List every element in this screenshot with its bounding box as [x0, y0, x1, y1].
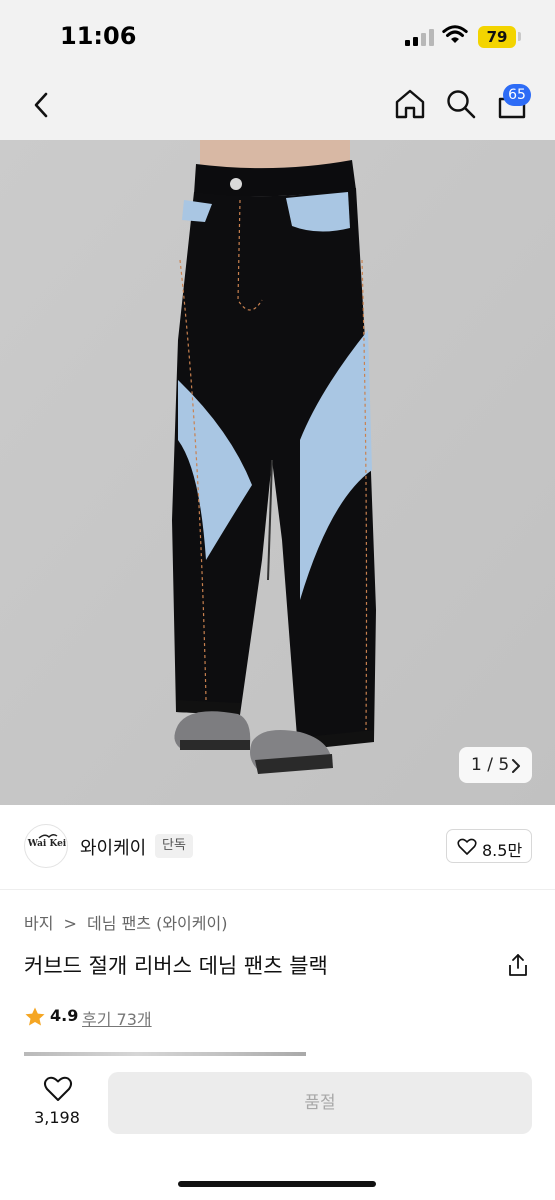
breadcrumb-item-denim[interactable]: 데님 팬츠 (와이케이): [87, 914, 227, 933]
share-icon: [509, 954, 527, 976]
sold-out-button[interactable]: 품절: [108, 1072, 532, 1134]
brand-logo[interactable]: Wai Kei: [24, 824, 68, 868]
brand-name[interactable]: 와이케이: [80, 834, 146, 860]
search-button[interactable]: [444, 87, 478, 121]
product-title: 커브드 절개 리버스 데님 팬츠 블랙: [24, 954, 328, 978]
brand-like-button[interactable]: 8.5만: [446, 829, 532, 863]
wifi-icon: [442, 25, 468, 43]
wishlist-count: 3,198: [34, 1108, 80, 1127]
status-time: 11:06: [60, 22, 137, 50]
brand-like-count: 8.5만: [482, 841, 523, 860]
chevron-left-icon: [34, 92, 48, 118]
heart-icon: [457, 838, 477, 855]
heart-icon: [44, 1076, 72, 1101]
share-button[interactable]: [506, 952, 530, 978]
search-icon: [447, 90, 476, 119]
status-bar: 11:06 79: [0, 0, 555, 70]
breadcrumb-item-pants[interactable]: 바지: [24, 914, 53, 933]
rating-score: 4.9: [50, 1006, 79, 1025]
battery-indicator: 79: [478, 26, 516, 48]
home-button[interactable]: [393, 87, 427, 121]
cart-count-badge: 65: [503, 84, 531, 106]
cellular-signal-icon: [405, 29, 435, 46]
home-indicator: [178, 1181, 376, 1187]
home-icon: [395, 89, 425, 119]
battery-tip: [518, 32, 521, 41]
brand-row: Wai Kei 와이케이 단독 8.5만: [0, 805, 555, 890]
star-icon: [25, 1007, 45, 1026]
chevron-right-icon: [512, 759, 520, 773]
top-nav: [0, 70, 555, 140]
review-count-link[interactable]: 후기 73개: [82, 1006, 152, 1030]
breadcrumb: 바지 > 데님 팬츠 (와이케이): [24, 910, 227, 934]
product-photo: [0, 140, 555, 805]
exclusive-badge: 단독: [155, 834, 193, 858]
back-button[interactable]: [28, 90, 56, 120]
product-image-gallery[interactable]: [0, 140, 555, 805]
brand-logo-text: Wai Kei: [27, 839, 67, 849]
breadcrumb-separator: >: [63, 914, 77, 933]
